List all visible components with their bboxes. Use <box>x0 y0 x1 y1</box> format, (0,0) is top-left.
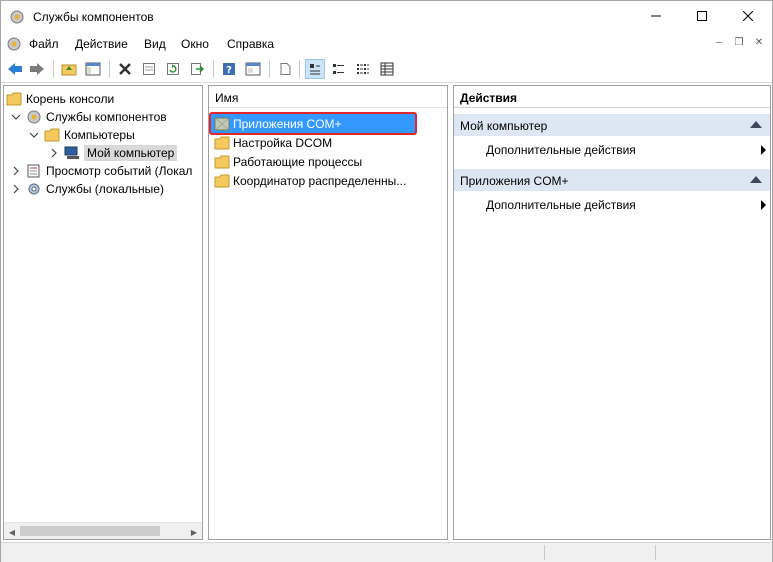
tree-item-event-viewer[interactable]: Просмотр событий (Локал <box>10 162 192 180</box>
up-folder-icon[interactable] <box>59 59 79 79</box>
small-icons-view-icon[interactable] <box>329 59 349 79</box>
list-item-label: Координатор распределенны... <box>233 173 407 188</box>
action-label: Дополнительные действия <box>486 198 636 212</box>
tree-item-label: Просмотр событий (Локал <box>46 164 193 178</box>
large-icons-view-icon[interactable] <box>305 59 325 79</box>
chevron-down-icon[interactable] <box>10 111 22 123</box>
scroll-right-icon[interactable]: ▶ <box>188 526 200 538</box>
help-icon[interactable]: ? <box>219 59 239 79</box>
window-title: Службы компонентов <box>33 10 154 24</box>
chevron-right-icon[interactable] <box>10 183 22 195</box>
delete-icon[interactable] <box>115 59 135 79</box>
refresh-icon[interactable] <box>163 59 183 79</box>
tree-item-label: Службы (локальные) <box>46 182 164 196</box>
tree-horizontal-scrollbar[interactable]: ◀ ▶ <box>4 522 202 539</box>
component-services-icon <box>26 110 42 124</box>
export-icon[interactable] <box>187 59 207 79</box>
list-item-running-processes[interactable]: Работающие процессы <box>211 152 415 171</box>
menu-window[interactable]: Окно <box>181 37 209 51</box>
menu-view[interactable]: Вид <box>144 37 166 51</box>
actions-section-label: Приложения COM+ <box>460 174 569 188</box>
toolbar-separator <box>53 60 54 78</box>
folder-icon <box>6 92 22 106</box>
folder-icon <box>214 136 230 150</box>
scroll-left-icon[interactable]: ◀ <box>6 526 18 538</box>
status-divider <box>655 545 656 560</box>
action-more-actions[interactable]: Дополнительные действия <box>486 143 766 161</box>
list-item-com-applications[interactable]: Приложения COM+ <box>209 112 417 135</box>
folder-icon <box>214 174 230 188</box>
action-label: Дополнительные действия <box>486 143 636 157</box>
chevron-right-icon[interactable] <box>48 147 60 159</box>
details-view-icon[interactable] <box>377 59 397 79</box>
folder-icon <box>214 155 230 169</box>
chevron-right-icon[interactable] <box>10 165 22 177</box>
mdi-controls: – ❐ ✕ <box>712 36 766 50</box>
tree-item-label: Компьютеры <box>64 128 135 142</box>
scroll-thumb[interactable] <box>20 526 160 536</box>
component-services-window: Службы компонентов Файл Действие Вид Окн… <box>0 0 773 562</box>
list-item-label: Работающие процессы <box>233 154 363 169</box>
close-button[interactable] <box>725 1 771 31</box>
submenu-arrow-icon <box>761 200 766 210</box>
computer-icon <box>64 146 80 160</box>
tree-item-label: Корень консоли <box>26 92 115 106</box>
collapse-up-icon[interactable] <box>750 121 762 128</box>
toolbar: ? <box>1 55 772 83</box>
submenu-arrow-icon <box>761 145 766 155</box>
tree-item-my-computer[interactable]: Мой компьютер <box>48 144 178 162</box>
svg-text:?: ? <box>226 65 232 76</box>
tree-item-local-services[interactable]: Службы (локальные) <box>10 180 164 198</box>
forward-arrow-icon[interactable] <box>27 59 47 79</box>
actions-section-my-computer[interactable]: Мой компьютер <box>454 114 770 136</box>
list-item-label: Настройка DCOM <box>233 135 333 150</box>
highlight-marker <box>209 112 417 135</box>
menu-bar: Файл Действие Вид Окно Справка – ❐ ✕ <box>1 33 772 55</box>
column-header-label: Имя <box>215 91 239 105</box>
component-services-app-icon <box>9 9 25 25</box>
list-item-dcom-config[interactable]: Настройка DCOM <box>211 133 415 152</box>
mdi-restore-icon[interactable]: ❐ <box>732 36 746 50</box>
title-bar: Службы компонентов <box>1 1 772 33</box>
column-header-name[interactable]: Имя <box>209 86 447 108</box>
folder-icon <box>44 128 60 142</box>
tree-item-component-services[interactable]: Службы компонентов <box>10 108 167 126</box>
minimize-button[interactable] <box>633 1 679 31</box>
toolbar-separator <box>109 60 110 78</box>
actions-pane: Действия Мой компьютер Дополнительные де… <box>453 85 771 540</box>
action-more-actions[interactable]: Дополнительные действия <box>486 198 766 216</box>
console-menu-icon[interactable] <box>6 36 22 52</box>
tree-item-label: Службы компонентов <box>46 110 167 124</box>
back-arrow-icon[interactable] <box>5 59 25 79</box>
tree-item-console-root[interactable]: Корень консоли <box>6 90 114 108</box>
new-window-icon[interactable] <box>275 59 295 79</box>
mdi-minimize-icon[interactable]: – <box>712 36 726 50</box>
actions-title: Действия <box>454 86 770 108</box>
status-divider <box>544 545 545 560</box>
collapse-up-icon[interactable] <box>750 176 762 183</box>
maximize-button[interactable] <box>679 1 725 31</box>
list-view-icon[interactable] <box>353 59 373 79</box>
menu-file[interactable]: Файл <box>29 37 59 51</box>
console-tree-pane: Корень консоли Службы компонентов Компью… <box>3 85 203 540</box>
toolbar-separator <box>299 60 300 78</box>
show-hide-tree-icon[interactable] <box>83 59 103 79</box>
list-item-distributed-coordinator[interactable]: Координатор распределенны... <box>211 171 415 190</box>
services-gear-icon <box>26 182 42 196</box>
result-list-pane: Имя Приложения COM+ Настройка DCOM Работ… <box>208 85 448 540</box>
console-view-icon[interactable] <box>243 59 263 79</box>
event-viewer-icon <box>26 164 42 178</box>
mdi-close-icon[interactable]: ✕ <box>752 36 766 50</box>
toolbar-separator <box>269 60 270 78</box>
status-bar <box>1 542 772 562</box>
tree-item-computers[interactable]: Компьютеры <box>28 126 135 144</box>
properties-icon[interactable] <box>139 59 159 79</box>
menu-action[interactable]: Действие <box>75 37 128 51</box>
actions-section-label: Мой компьютер <box>460 119 548 133</box>
menu-help[interactable]: Справка <box>227 37 274 51</box>
chevron-down-icon[interactable] <box>28 129 40 141</box>
actions-section-com-applications[interactable]: Приложения COM+ <box>454 169 770 191</box>
tree-item-label: Мой компьютер <box>84 145 178 161</box>
toolbar-separator <box>213 60 214 78</box>
